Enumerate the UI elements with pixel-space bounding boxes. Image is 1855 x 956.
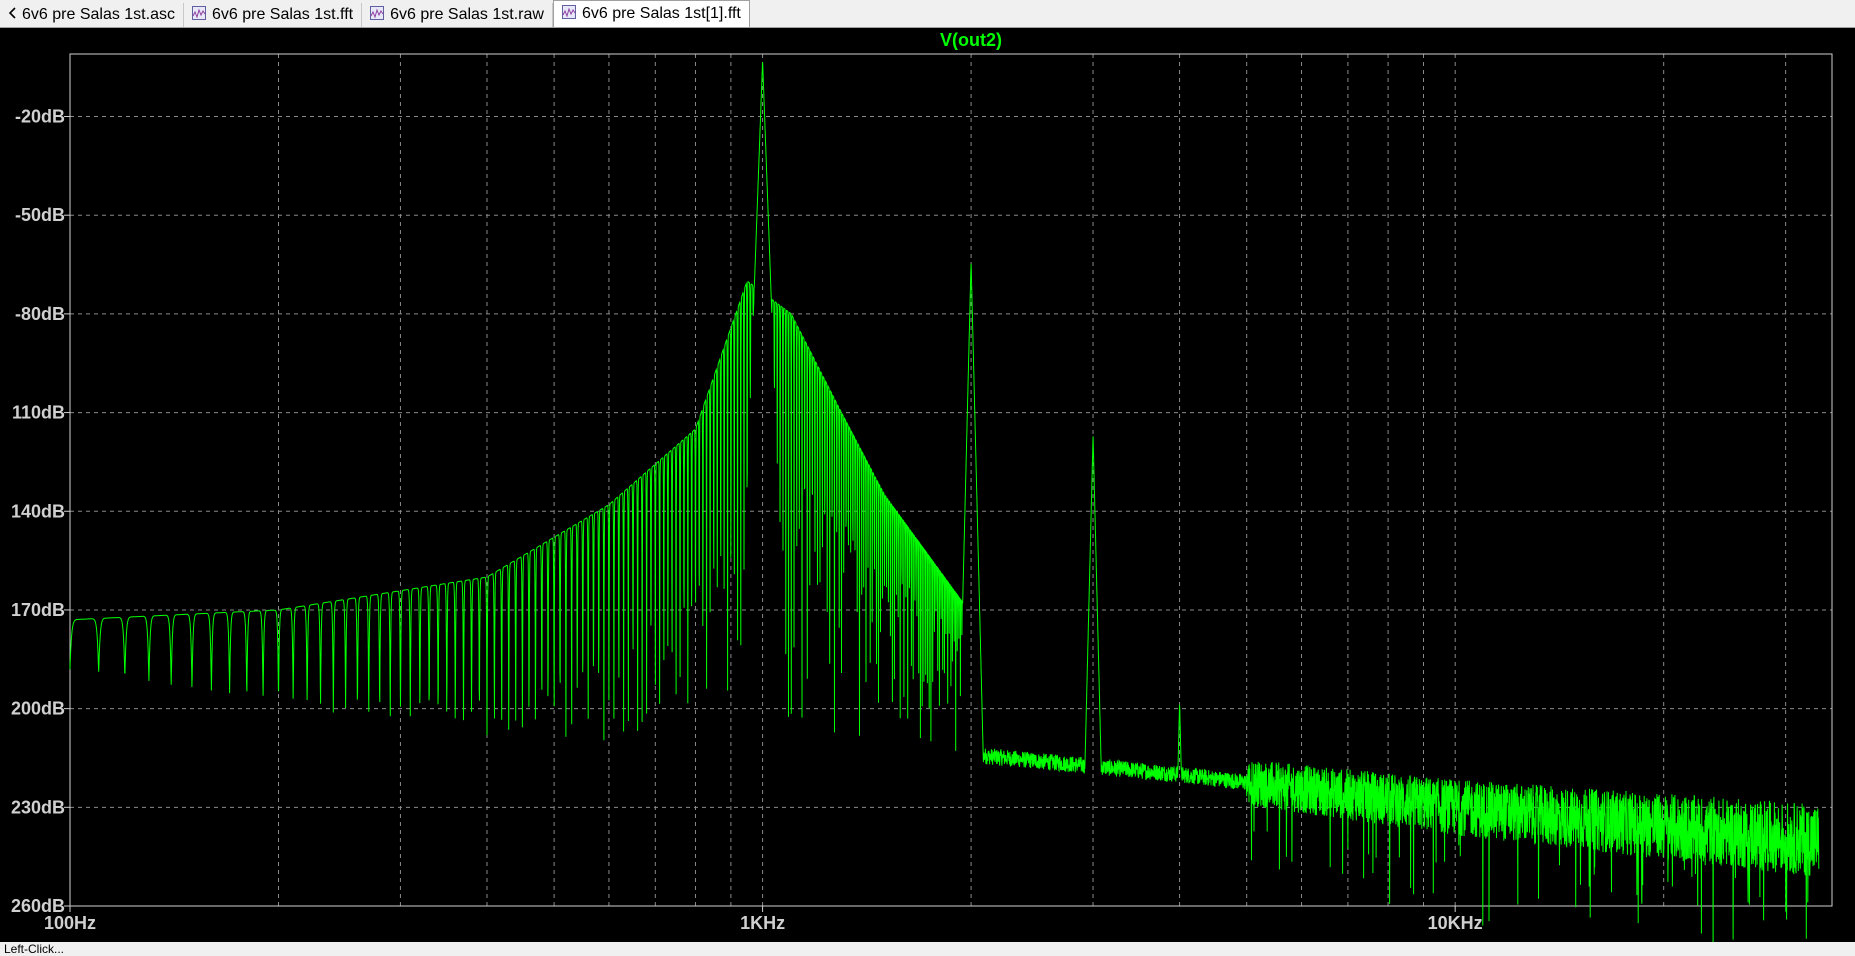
- tab-label: 6v6 pre Salas 1st.fft: [211, 6, 354, 23]
- trace-v-out2: [69, 62, 1820, 942]
- y-tick-label: 140dB: [11, 501, 65, 521]
- waveform-icon: [191, 5, 206, 25]
- tab-label: 6v6 pre Salas 1st.asc: [22, 6, 175, 23]
- status-bar: Left-Click...: [0, 942, 1855, 956]
- tab-label: 6v6 pre Salas 1st.raw: [390, 6, 544, 23]
- y-tick-label: 200dB: [11, 699, 65, 719]
- x-axis: 100Hz 1KHz 10KHz: [44, 906, 1483, 933]
- y-tick-label: 230dB: [11, 797, 65, 817]
- y-axis: -20dB -50dB -80dB 110dB 140dB 170dB 200dB 230dB…: [11, 107, 70, 916]
- y-tick-label: 110dB: [12, 403, 65, 423]
- schematic-icon: [8, 6, 16, 25]
- tab-asc[interactable]: 6v6 pre Salas 1st.asc: [0, 3, 184, 27]
- status-text: Left-Click...: [4, 942, 65, 956]
- trace-title[interactable]: V(out2): [940, 30, 1002, 50]
- x-tick-label: 1KHz: [740, 913, 785, 933]
- y-tick-label: 170dB: [11, 600, 65, 620]
- x-tick-label: 10KHz: [1428, 913, 1483, 933]
- waveform-plot[interactable]: -20dB -50dB -80dB 110dB 140dB 170dB 200dB 230dB…: [0, 28, 1855, 942]
- tab-fft[interactable]: 6v6 pre Salas 1st.fft: [184, 3, 363, 27]
- trace-layer: [69, 62, 1820, 942]
- plot-frame: [69, 53, 1833, 907]
- waveform-icon: [370, 5, 385, 25]
- grid: [69, 54, 1832, 907]
- y-tick-label: -80dB: [15, 304, 65, 324]
- y-tick-label: -50dB: [15, 205, 65, 225]
- tab-label: 6v6 pre Salas 1st[1].fft: [581, 5, 741, 22]
- y-tick-label: -20dB: [15, 107, 65, 127]
- tab-fft-1[interactable]: 6v6 pre Salas 1st[1].fft: [552, 0, 750, 27]
- tab-raw[interactable]: 6v6 pre Salas 1st.raw: [362, 3, 553, 27]
- x-tick-label: 100Hz: [44, 913, 96, 933]
- document-tab-bar: 6v6 pre Salas 1st.asc 6v6 pre Salas 1st.…: [0, 0, 1855, 28]
- waveform-icon: [561, 4, 576, 24]
